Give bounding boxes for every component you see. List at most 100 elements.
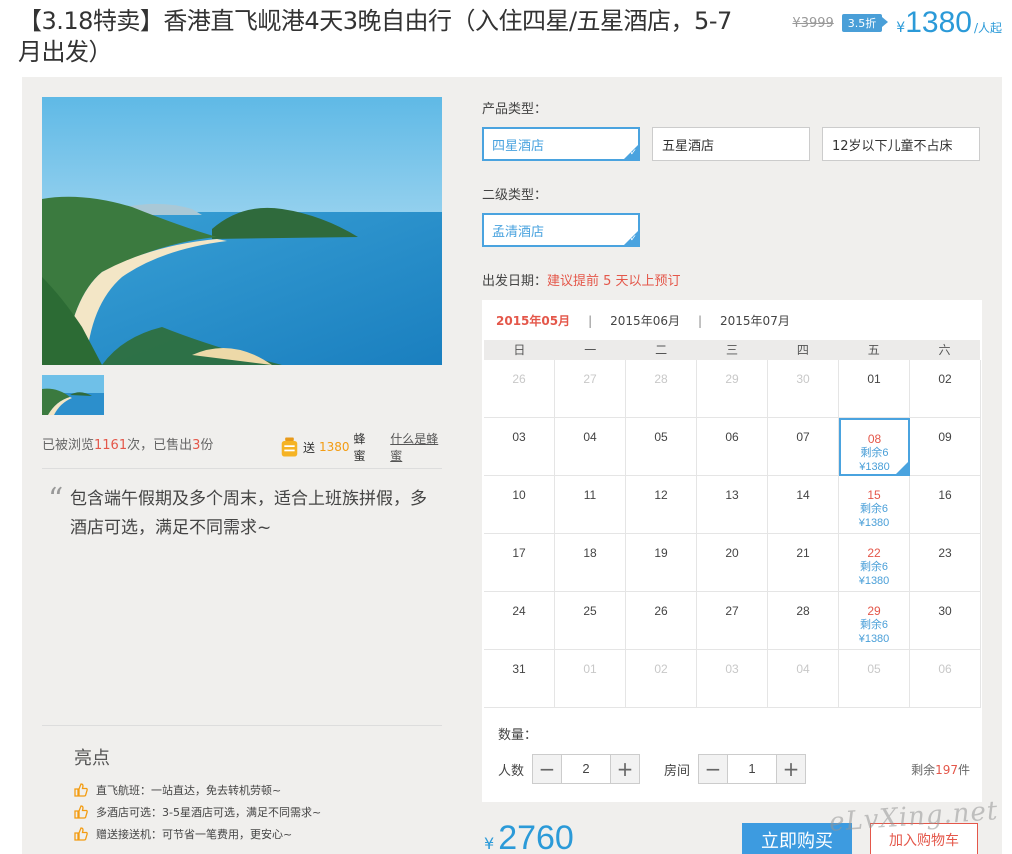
option-label: 五星酒店 xyxy=(662,138,715,154)
day-number: 01 xyxy=(867,372,881,386)
product-type-option-four-star[interactable]: 四星酒店 ✓ xyxy=(482,127,640,161)
tab-separator: | xyxy=(588,313,593,328)
weekday-label: 六 xyxy=(938,343,951,357)
tab-month-2015-05[interactable]: 2015年05月 xyxy=(496,312,570,329)
image-thumbnail[interactable] xyxy=(42,375,104,415)
product-type-option-five-star[interactable]: 五星酒店 xyxy=(652,127,810,161)
day-number: 19 xyxy=(654,546,668,560)
day-number: 03 xyxy=(512,430,526,444)
room-count[interactable]: 1 xyxy=(727,755,778,783)
view-count: 1161 xyxy=(94,438,128,453)
day-number: 30 xyxy=(796,372,810,386)
honey-suffix: 蜂蜜 xyxy=(353,432,366,463)
calendar-day: 06 xyxy=(910,650,981,708)
tab-month-2015-07[interactable]: 2015年07月 xyxy=(720,312,790,329)
product-type-label: 产品类型： xyxy=(482,102,548,117)
day-price: ¥1380 xyxy=(858,575,890,587)
price-value: 1380 xyxy=(905,6,972,39)
day-number: 20 xyxy=(725,546,739,560)
thumbs-up-icon xyxy=(74,783,88,797)
day-remaining: 剩余6 xyxy=(859,503,889,515)
day-number: 28 xyxy=(796,604,810,618)
total-price: ¥ 2760 xyxy=(484,819,574,854)
what-is-honey-link[interactable]: 什么是蜂蜜 xyxy=(390,430,442,464)
stats-suffix: 份 xyxy=(200,438,214,453)
original-price: ¥3999 xyxy=(792,15,834,31)
calendar-day[interactable]: 29 剩余6 ¥1380 xyxy=(839,592,910,650)
day-number: 04 xyxy=(583,430,597,444)
day-number: 26 xyxy=(654,604,668,618)
people-plus-button[interactable]: + xyxy=(611,755,640,783)
calendar-day: 07 xyxy=(768,418,839,476)
day-number: 02 xyxy=(654,662,668,676)
day-number: 04 xyxy=(796,662,810,676)
honey-reward: 送 1380 蜂蜜 什么是蜂蜜 xyxy=(280,430,442,464)
day-number: 27 xyxy=(583,372,597,386)
sub-type-option[interactable]: 孟清酒店 ✓ xyxy=(482,213,640,247)
calendar-day: 25 xyxy=(555,592,626,650)
total-value: 2760 xyxy=(498,819,574,854)
day-price: ¥1380 xyxy=(858,517,890,529)
day-number: 08 xyxy=(867,432,882,446)
people-minus-button[interactable]: − xyxy=(533,755,562,783)
people-count[interactable]: 2 xyxy=(561,755,612,783)
room-minus-button[interactable]: − xyxy=(699,755,728,783)
stats-mid: 次，已售出 xyxy=(127,438,193,453)
day-number: 21 xyxy=(796,546,810,560)
quantity-row: 人数 − 2 + 房间 − 1 + 剩余197件 xyxy=(498,754,970,784)
day-number: 13 xyxy=(725,488,739,502)
day-number: 12 xyxy=(654,488,668,502)
calendar-day: 21 xyxy=(768,534,839,592)
calendar-day: 02 xyxy=(910,360,981,418)
calendar-day: 10 xyxy=(484,476,555,534)
honey-prefix: 送 xyxy=(302,440,315,455)
tab-month-2015-06[interactable]: 2015年06月 xyxy=(610,312,680,329)
list-item: 直飞航班：一站直达，免去转机劳顿~ xyxy=(74,779,321,801)
day-number: 05 xyxy=(867,662,881,676)
view-sold-stats: 已被浏览1161次，已售出3份 送 1380 蜂蜜 什么是蜂蜜 xyxy=(42,432,442,463)
weekday-label: 四 xyxy=(796,343,809,357)
calendar-day: 30 xyxy=(910,592,981,650)
product-type-option-child-no-bed[interactable]: 12岁以下儿童不占床 xyxy=(822,127,980,161)
weekday-label: 一 xyxy=(584,343,597,357)
calendar-day: 18 xyxy=(555,534,626,592)
remain-count: 197 xyxy=(935,762,958,777)
day-remaining: 剩余6 xyxy=(859,561,889,573)
calendar-day: 14 xyxy=(768,476,839,534)
list-item: 多酒店可选：3-5星酒店可选，满足不同需求~ xyxy=(74,801,321,823)
tab-separator: | xyxy=(697,313,703,328)
calendar-day[interactable]: 22 剩余6 ¥1380 xyxy=(839,534,910,592)
calendar-day: 26 xyxy=(484,360,555,418)
room-plus-button[interactable]: + xyxy=(777,755,806,783)
option-label: 四星酒店 xyxy=(492,138,545,154)
check-icon: ✓ xyxy=(629,234,637,244)
calendar-day[interactable]: 08 剩余6 ¥1380 xyxy=(839,418,910,476)
selected-corner xyxy=(895,461,909,475)
day-number: 15 xyxy=(867,488,881,502)
day-number: 17 xyxy=(512,546,526,560)
day-number: 14 xyxy=(796,488,810,502)
stats-prefix: 已被浏览 xyxy=(42,438,95,453)
calendar-day: 04 xyxy=(555,418,626,476)
calendar-day: 23 xyxy=(910,534,981,592)
day-number: 05 xyxy=(654,430,668,444)
divider xyxy=(42,725,442,726)
bay-landscape-image xyxy=(42,97,442,365)
highlight-text: 多酒店可选：3-5星酒店可选，满足不同需求~ xyxy=(96,806,322,819)
thumbs-up-icon xyxy=(74,827,88,841)
people-label: 人数 xyxy=(498,763,525,779)
room-label: 房间 xyxy=(664,763,691,779)
price-currency: ¥ xyxy=(896,20,906,36)
product-panel: 已被浏览1161次，已售出3份 送 1380 蜂蜜 什么是蜂蜜 “ 包含端午假期及多… xyxy=(22,77,1002,854)
day-number: 16 xyxy=(938,488,952,502)
calendar-day: 28 xyxy=(768,592,839,650)
day-number: 29 xyxy=(725,372,739,386)
people-stepper: − 2 + xyxy=(532,754,641,784)
calendar-day: 01 xyxy=(555,650,626,708)
hero-image xyxy=(42,97,442,365)
current-price: ¥ 1380 /人起 xyxy=(896,6,1002,40)
day-remaining: 剩余6 xyxy=(860,447,889,459)
day-number: 31 xyxy=(512,662,526,676)
calendar-day[interactable]: 15 剩余6 ¥1380 xyxy=(839,476,910,534)
calendar-day: 20 xyxy=(697,534,768,592)
